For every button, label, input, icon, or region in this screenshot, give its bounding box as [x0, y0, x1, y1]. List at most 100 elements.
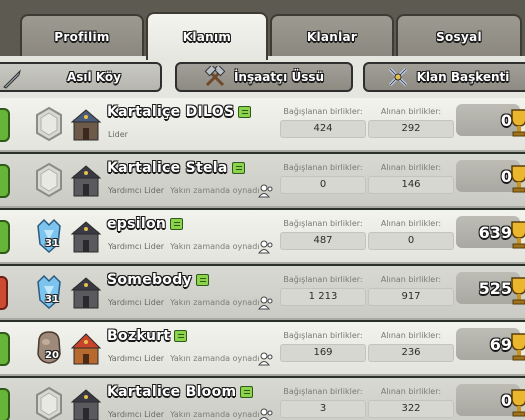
received-label: Alınan birlikler: [380, 107, 442, 116]
donated-label: Bağışlanan birlikler: [283, 331, 363, 340]
received-value: 292 [368, 120, 454, 138]
clan-member-list[interactable]: Kartaliçe DILOS Lider Bağışlanan birlikl… [0, 98, 525, 420]
member-row[interactable]: Kartalice Bloom Yardımcı Lider Yakın zama… [0, 378, 525, 420]
unranked-league-icon [36, 386, 62, 420]
trophy-icon [511, 333, 525, 361]
member-role: Yardımcı Lider Yakın zamanda oynadı [108, 242, 260, 251]
donated-label: Bağışlanan birlikler: [283, 163, 363, 172]
friend-icon[interactable] [258, 240, 274, 254]
subtab-builder-base-label: İnşaatçı Üssü [233, 70, 325, 84]
rank-up-indicator [0, 164, 10, 198]
member-name[interactable]: Bozkurt [107, 328, 188, 344]
trophy-icon [511, 389, 525, 417]
rank-up-indicator [0, 388, 10, 420]
received-value: 0 [368, 232, 454, 250]
league-level: 31 [45, 294, 59, 305]
member-name[interactable]: Kartalice Bloom [107, 384, 254, 400]
member-role: Yardımcı Lider Yakın zamanda oynadı [108, 298, 260, 307]
crossed-swords-icon [388, 67, 407, 87]
town-hall-icon [70, 165, 102, 197]
unranked-league-icon [36, 162, 62, 198]
town-hall-icon [70, 221, 102, 253]
donated-value: 424 [280, 120, 366, 138]
received-value: 236 [368, 344, 454, 362]
received-label: Alınan birlikler: [380, 275, 442, 284]
member-role: Lider [108, 130, 128, 139]
member-role: Yardımcı Lider Yakın zamanda oynadı [108, 354, 260, 363]
member-row[interactable]: Kartaliçe DILOS Lider Bağışlanan birlikl… [0, 98, 525, 152]
rank-up-indicator [0, 108, 10, 142]
donated-label: Bağışlanan birlikler: [283, 107, 363, 116]
received-label: Alınan birlikler: [380, 331, 442, 340]
donated-label: Bağışlanan birlikler: [283, 387, 363, 396]
subtab-home-village[interactable]: Asıl Köy [0, 62, 162, 92]
town-hall-icon [70, 333, 102, 365]
tab-my-clan-label: Klanım [182, 30, 232, 44]
town-hall-icon [70, 389, 102, 420]
tab-clans-label: Klanlar [306, 30, 358, 44]
rank-down-indicator [0, 276, 8, 310]
donated-value: 487 [280, 232, 366, 250]
donated-value: 169 [280, 344, 366, 362]
sword-icon [3, 69, 21, 89]
subtab-home-village-label: Asıl Köy [67, 70, 121, 84]
friend-icon[interactable] [258, 184, 274, 198]
donated-value: 3 [280, 400, 366, 418]
member-name[interactable]: epsilon [107, 216, 184, 232]
trophy-icon [511, 277, 525, 305]
note-icon[interactable] [231, 162, 245, 174]
member-name[interactable]: Kartaliçe DILOS [107, 104, 252, 120]
rank-up-indicator [0, 332, 10, 366]
note-icon[interactable] [195, 274, 209, 286]
recent-activity: Yakın zamanda oynadı [170, 354, 260, 363]
received-value: 322 [368, 400, 454, 418]
tab-profile[interactable]: Profilim [20, 14, 144, 58]
received-value: 917 [368, 288, 454, 306]
tab-clans[interactable]: Klanlar [270, 14, 394, 58]
donated-label: Bağışlanan birlikler: [283, 275, 363, 284]
note-icon[interactable] [170, 218, 184, 230]
crystal-league-icon [37, 218, 61, 254]
note-icon[interactable] [240, 386, 254, 398]
subtab-clan-capital-label: Klan Başkenti [416, 70, 510, 84]
tab-my-clan[interactable]: Klanım [146, 12, 268, 60]
main-tab-bar: Profilim Klanım Klanlar Sosyal [0, 0, 525, 60]
note-icon[interactable] [238, 106, 252, 118]
recent-activity: Yakın zamanda oynadı [170, 410, 260, 419]
received-label: Alınan birlikler: [380, 163, 442, 172]
village-tab-bar: Asıl Köy İnşaatçı Üssü Klan Başkenti [0, 56, 525, 98]
member-name[interactable]: Kartalice Stela [107, 160, 245, 176]
tab-profile-label: Profilim [54, 30, 110, 44]
stone-league-icon [37, 331, 61, 364]
trophy-icon [511, 165, 525, 193]
member-role: Yardımcı Lider Yakın zamanda oynadı [108, 410, 260, 419]
subtab-builder-base[interactable]: İnşaatçı Üssü [175, 62, 353, 92]
tab-social[interactable]: Sosyal [396, 14, 522, 58]
unranked-league-icon [36, 106, 62, 142]
member-row[interactable]: 31 Somebody Yardımcı Lider Yakın zamanda … [0, 266, 525, 320]
recent-activity: Yakın zamanda oynadı [170, 242, 260, 251]
friend-icon[interactable] [258, 296, 274, 310]
league-level: 20 [45, 350, 59, 361]
member-row[interactable]: 31 epsilon Yardımcı Lider Yakın zamanda o… [0, 210, 525, 264]
trophy-icon [511, 109, 525, 137]
trophy-icon [511, 221, 525, 249]
donated-value: 1 213 [280, 288, 366, 306]
member-name[interactable]: Somebody [107, 272, 209, 288]
league-level: 31 [45, 238, 59, 249]
donated-label: Bağışlanan birlikler: [283, 219, 363, 228]
tab-social-label: Sosyal [436, 30, 482, 44]
received-label: Alınan birlikler: [380, 219, 442, 228]
friend-icon[interactable] [258, 352, 274, 366]
friend-icon[interactable] [258, 408, 274, 420]
note-icon[interactable] [174, 330, 188, 342]
town-hall-icon [70, 109, 102, 141]
member-row[interactable]: 20 Bozkurt Yardımcı Lider Yakın zamanda o… [0, 322, 525, 376]
crossed-hammers-icon [204, 66, 226, 87]
recent-activity: Yakın zamanda oynadı [170, 298, 260, 307]
member-row[interactable]: Kartalice Stela Yardımcı Lider Yakın zama… [0, 154, 525, 208]
recent-activity: Yakın zamanda oynadı [170, 186, 260, 195]
town-hall-icon [70, 277, 102, 309]
subtab-clan-capital[interactable]: Klan Başkenti [363, 62, 525, 92]
received-label: Alınan birlikler: [380, 387, 442, 396]
